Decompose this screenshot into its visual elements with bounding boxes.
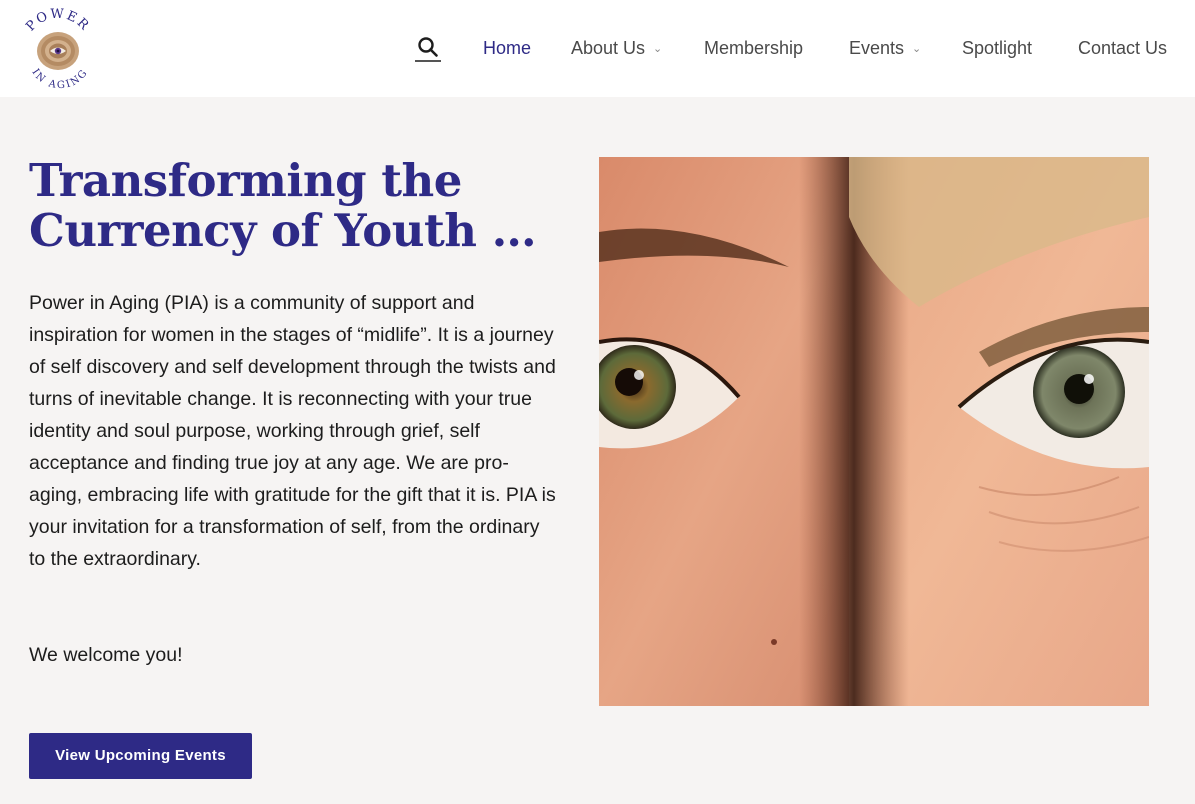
nav-home[interactable]: Home bbox=[483, 36, 531, 60]
hero-title: Transforming the Currency of Youth … bbox=[29, 154, 537, 257]
site-header: POWER IN AGING Home About Us ⌄ Membership… bbox=[0, 0, 1195, 97]
nav-about-us[interactable]: About Us ⌄ bbox=[571, 36, 662, 61]
hero-description: Power in Aging (PIA) is a community of s… bbox=[29, 292, 556, 570]
view-upcoming-events-button[interactable]: View Upcoming Events bbox=[29, 733, 252, 779]
nav-events[interactable]: Events ⌄ bbox=[849, 36, 921, 61]
two-faces-eyes-image bbox=[599, 157, 1149, 706]
nav-contact-us[interactable]: Contact Us bbox=[1078, 36, 1167, 60]
nav-events-label: Events bbox=[849, 38, 905, 58]
site-logo[interactable]: POWER IN AGING bbox=[18, 6, 98, 92]
nav-home-label: Home bbox=[483, 38, 532, 58]
nav-about-us-label: About Us bbox=[571, 38, 646, 58]
nav-spotlight-label: Spotlight bbox=[962, 38, 1033, 58]
hero-image bbox=[599, 157, 1149, 706]
search-button[interactable] bbox=[415, 34, 443, 64]
nav-membership[interactable]: Membership bbox=[704, 36, 803, 60]
nav-membership-label: Membership bbox=[704, 38, 804, 58]
chevron-down-icon: ⌄ bbox=[653, 43, 663, 55]
svg-text:IN AGING: IN AGING bbox=[29, 67, 90, 91]
main-navigation: Home About Us ⌄ Membership Events ⌄ Spotli… bbox=[395, 0, 1195, 97]
search-icon bbox=[415, 37, 441, 62]
chevron-down-icon: ⌄ bbox=[912, 43, 922, 55]
nav-spotlight[interactable]: Spotlight bbox=[962, 36, 1032, 60]
nav-contact-us-label: Contact Us bbox=[1078, 38, 1168, 58]
tree-ring-eye-logo-icon: POWER IN AGING bbox=[23, 7, 92, 91]
svg-text:POWER: POWER bbox=[23, 7, 92, 34]
hero-welcome: We welcome you! bbox=[29, 644, 183, 666]
